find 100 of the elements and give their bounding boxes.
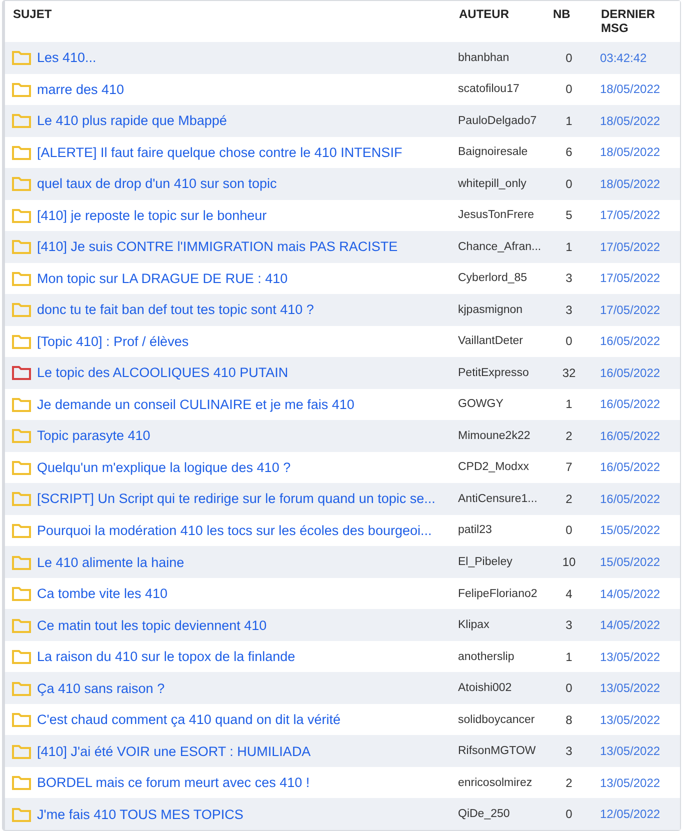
last-message-date: 16/05/2022 [599,460,662,474]
reply-count: 0 [564,681,574,696]
last-message-date: 18/05/2022 [599,114,662,128]
last-message-date: 17/05/2022 [599,240,662,254]
reply-count: 0 [564,807,574,822]
reply-count: 1 [564,650,574,664]
reply-count: 7 [564,460,574,474]
last-message-date: 16/05/2022 [599,334,662,348]
last-message-date: 17/05/2022 [599,208,662,222]
author-name: El_Pibeley [457,556,514,568]
topic-link[interactable]: Je demande un conseil CULINAIRE et je me fais 410 [37,396,354,412]
topic-link[interactable]: Les 410... [37,50,96,66]
reply-count: 1 [564,240,574,254]
author-name: Mimoune2k22 [457,430,532,442]
author-name: QiDe_250 [457,808,511,820]
topic-link[interactable]: [ALERTE] Il faut faire quelque chose contre le 410 INTENSIF [37,144,402,160]
reply-count: 0 [564,50,574,65]
reply-count: 6 [564,145,574,160]
last-message-date: 03:42:42 [599,50,648,65]
last-message-date: 17/05/2022 [599,271,662,286]
topic-link[interactable]: J'me fais 410 TOUS MES TOPICS [37,806,244,822]
author-name: anotherslip [457,650,516,663]
author-name: patil23 [457,524,493,536]
author-name: FelipeFloriano2 [457,588,538,600]
topic-link[interactable]: [410] J'ai été VOIR une ESORT : HUMILIADA [37,744,311,759]
reply-count: 2 [564,428,574,443]
topic-link[interactable]: [410] je reposte le topic sur le bonheur [37,208,267,223]
column-header: AUTEUR [458,7,510,21]
last-message-date: 15/05/2022 [599,523,662,538]
author-name: JesusTonFrere [457,209,536,222]
last-message-date: 15/05/2022 [599,555,662,569]
column-header: NB [552,7,572,21]
reply-count: 8 [564,712,574,727]
last-message-date: 13/05/2022 [599,744,662,758]
author-name: kjpasmignon [457,304,524,316]
topic-link[interactable]: quel taux de drop d'un 410 sur son topic [37,176,277,192]
author-name: RifsonMGTOW [457,745,537,758]
reply-count: 0 [564,82,574,96]
author-name: enricosolmirez [457,776,534,789]
reply-count: 2 [564,776,574,790]
topic-link[interactable]: Le 410 alimente la haine [37,554,184,570]
author-name: bhanbhan [457,52,510,64]
column-header: DERNIER MSG [600,7,656,35]
topic-link[interactable]: Ça 410 sans raison ? [37,680,165,696]
author-name: whitepill_only [457,178,528,190]
last-message-date: 16/05/2022 [599,397,662,412]
reply-count: 5 [564,208,574,222]
reply-count: 1 [564,397,574,412]
last-message-date: 18/05/2022 [599,82,662,96]
reply-count: 3 [564,302,574,317]
reply-count: 10 [561,555,577,569]
last-message-date: 18/05/2022 [599,145,662,160]
author-name: solidboycancer [457,714,536,726]
last-message-date: 12/05/2022 [599,807,662,822]
last-message-date: 13/05/2022 [599,650,662,664]
reply-count: 4 [564,586,574,601]
author-name: GOWGY [457,398,504,410]
reply-count: 3 [564,271,574,286]
author-name: PauloDelgado7 [457,114,538,127]
last-message-date: 16/05/2022 [599,428,662,443]
topic-link[interactable]: La raison du 410 sur le topox de la finlande [37,649,296,664]
last-message-date: 14/05/2022 [599,586,662,601]
reply-count: 1 [564,114,574,128]
reply-count: 0 [564,176,574,191]
author-name: PetitExpresso [457,366,530,379]
author-name: VaillantDeter [457,335,524,348]
topic-link[interactable]: C'est chaud comment ça 410 quand on dit la vérité [37,712,341,728]
reply-count: 3 [564,618,574,632]
topic-link[interactable]: [Topic 410] : Prof / élèves [37,334,189,349]
topic-link[interactable]: Ca tombe vite les 410 [37,586,168,602]
topic-link[interactable]: Le 410 plus rapide que Mbappé [37,113,227,128]
last-message-date: 13/05/2022 [599,712,662,727]
author-name: Baignoiresale [457,146,529,158]
topic-link[interactable]: Mon topic sur LA DRAGUE DE RUE : 410 [37,270,288,286]
topic-link[interactable]: Le topic des ALCOOLIQUES 410 PUTAIN [37,365,288,380]
author-name: AntiCensure1... [457,492,538,505]
column-header: SUJET [12,7,53,21]
topic-link[interactable]: [SCRIPT] Un Script qui te redirige sur le forum quand un topic se... [37,491,436,506]
topic-link[interactable]: donc tu te fait ban def tout tes topic sont 410 ? [37,302,314,318]
reply-count: 3 [564,744,574,758]
topic-link[interactable]: marre des 410 [37,82,124,97]
last-message-date: 18/05/2022 [599,176,662,191]
topic-link[interactable]: Ce matin tout les topic deviennent 410 [37,618,267,633]
last-message-date: 17/05/2022 [599,302,662,317]
topic-link[interactable]: [410] Je suis CONTRE l'IMMIGRATION mais PAS RACISTE [37,239,398,254]
last-message-date: 16/05/2022 [599,366,662,380]
topic-link[interactable]: Topic parasyte 410 [37,428,150,444]
reply-count: 2 [564,492,574,506]
reply-count: 32 [561,366,577,380]
author-name: Cyberlord_85 [457,272,528,284]
topic-link[interactable]: Quelqu'un m'explique la logique des 410 ? [37,460,291,475]
last-message-date: 16/05/2022 [599,492,662,506]
author-name: Atoishi002 [457,682,513,694]
topic-link[interactable]: Pourquoi la modération 410 les tocs sur les écoles des bourgeoi... [37,522,432,538]
author-name: CPD2_Modxx [457,461,530,474]
last-message-date: 13/05/2022 [599,681,662,696]
reply-count: 0 [564,523,574,538]
author-name: Chance_Afran... [457,240,542,253]
last-message-date: 14/05/2022 [599,618,662,632]
topic-link[interactable]: BORDEL mais ce forum meurt avec ces 410 ! [37,775,310,790]
